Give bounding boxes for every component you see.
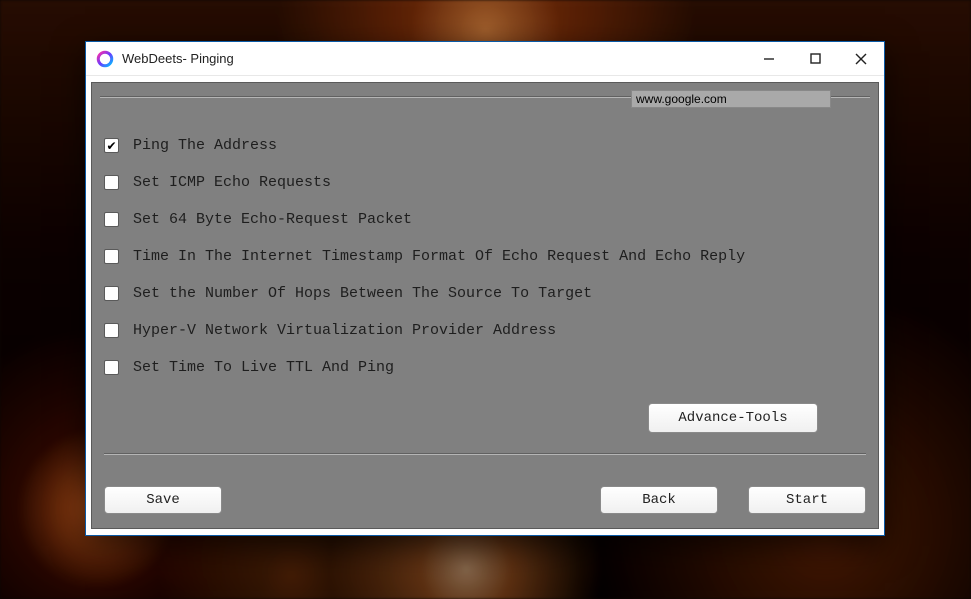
window-title: WebDeets- Pinging: [122, 51, 234, 66]
minimize-icon: [763, 53, 775, 65]
back-button[interactable]: Back: [600, 486, 718, 514]
option-hop-count[interactable]: Set the Number Of Hops Between The Sourc…: [104, 285, 858, 302]
checkbox-icon[interactable]: [104, 360, 119, 375]
checkbox-icon[interactable]: [104, 138, 119, 153]
advance-tools-button[interactable]: Advance-Tools: [648, 403, 818, 433]
checkbox-icon[interactable]: [104, 286, 119, 301]
window-controls: [746, 42, 884, 75]
app-icon: [96, 50, 114, 68]
option-label: Set the Number Of Hops Between The Sourc…: [133, 285, 592, 302]
target-url-input[interactable]: [631, 90, 831, 108]
option-label: Time In The Internet Timestamp Format Of…: [133, 248, 745, 265]
start-button[interactable]: Start: [748, 486, 866, 514]
option-label: Hyper-V Network Virtualization Provider …: [133, 322, 556, 339]
maximize-icon: [810, 53, 821, 64]
footer-bar: Save Back Start: [104, 486, 866, 514]
checkbox-icon[interactable]: [104, 249, 119, 264]
option-label: Ping The Address: [133, 137, 277, 154]
titlebar: WebDeets- Pinging: [86, 42, 884, 76]
close-button[interactable]: [838, 42, 884, 75]
client-area: Ping The Address Set ICMP Echo Requests …: [91, 82, 879, 529]
app-window: WebDeets- Pinging Ping The Address Set: [85, 41, 885, 536]
option-label: Set 64 Byte Echo-Request Packet: [133, 211, 412, 228]
options-list: Ping The Address Set ICMP Echo Requests …: [104, 137, 858, 376]
option-hyperv-provider[interactable]: Hyper-V Network Virtualization Provider …: [104, 322, 858, 339]
checkbox-icon[interactable]: [104, 175, 119, 190]
option-label: Set ICMP Echo Requests: [133, 174, 331, 191]
minimize-button[interactable]: [746, 42, 792, 75]
option-timestamp-format[interactable]: Time In The Internet Timestamp Format Of…: [104, 248, 858, 265]
checkbox-icon[interactable]: [104, 323, 119, 338]
option-64byte-packet[interactable]: Set 64 Byte Echo-Request Packet: [104, 211, 858, 228]
option-label: Set Time To Live TTL And Ping: [133, 359, 394, 376]
option-ping-address[interactable]: Ping The Address: [104, 137, 858, 154]
option-ttl-ping[interactable]: Set Time To Live TTL And Ping: [104, 359, 858, 376]
option-icmp-echo[interactable]: Set ICMP Echo Requests: [104, 174, 858, 191]
close-icon: [855, 53, 867, 65]
bottom-divider: [104, 453, 866, 455]
maximize-button[interactable]: [792, 42, 838, 75]
save-button[interactable]: Save: [104, 486, 222, 514]
checkbox-icon[interactable]: [104, 212, 119, 227]
